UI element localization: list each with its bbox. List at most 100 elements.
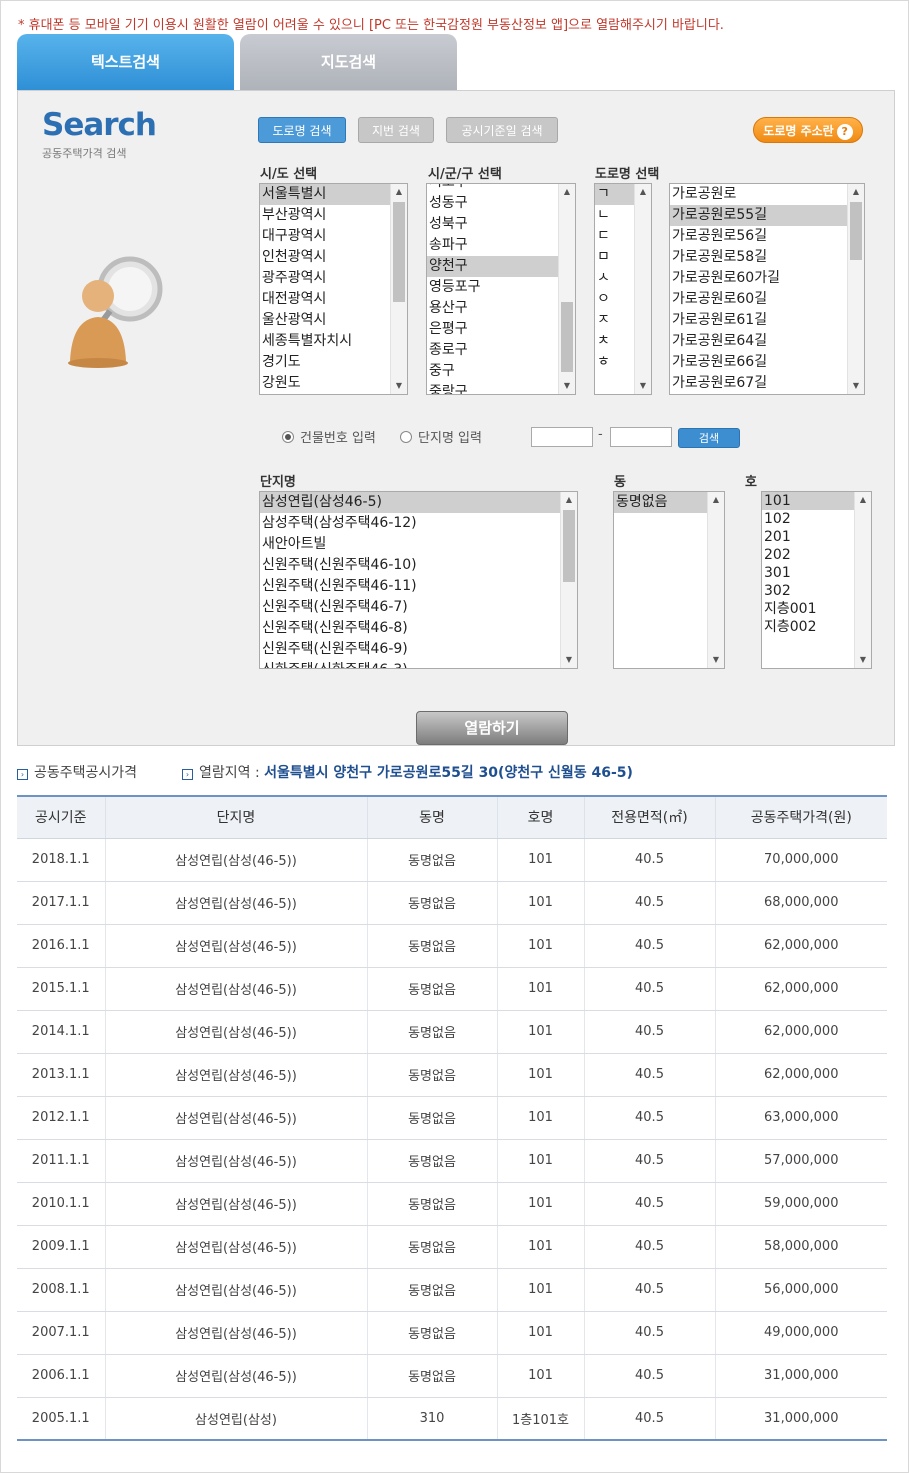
road-scrollbar[interactable]: ▲ ▼ <box>847 184 864 394</box>
view-button[interactable]: 열람하기 <box>416 711 568 745</box>
table-cell: 2018.1.1 <box>17 838 106 882</box>
ho-scrollbar[interactable]: ▲ ▼ <box>854 492 871 668</box>
table-cell: 62,000,000 <box>715 924 887 968</box>
road-option[interactable]: 가로공원로58길 <box>670 247 864 268</box>
sido-option[interactable]: 서울특별시 <box>260 184 407 205</box>
complex-option[interactable]: 새안아트빌 <box>260 534 577 555</box>
scroll-down-icon[interactable]: ▼ <box>391 378 407 394</box>
road-option[interactable]: 가로공원로60가길 <box>670 268 864 289</box>
table-row: 2010.1.1 삼성연립(삼성(46-5)) 동명없음 101 40.5 59,000,… <box>17 1182 887 1226</box>
building-number-radio[interactable]: 건물번호 입력 <box>282 431 376 446</box>
complex-option[interactable]: 신원주택(신원주택46-8) <box>260 618 577 639</box>
complex-listbox[interactable]: 삼성연립(삼성46-5) 삼성주택(삼성주택46-12) 새안아트빌 신원주택(신원주… <box>259 491 578 669</box>
sido-option[interactable]: 경기도 <box>260 352 407 373</box>
table-cell: 40.5 <box>584 1225 716 1269</box>
road-option[interactable]: 가로공원로67길 <box>670 373 864 394</box>
sigungu-option[interactable]: 종로구 <box>427 340 575 361</box>
sigungu-option[interactable]: 은평구 <box>427 319 575 340</box>
sigungu-option[interactable]: 중랑구 <box>427 382 575 394</box>
scroll-down-icon[interactable]: ▼ <box>561 652 577 668</box>
building-search-button[interactable]: 검색 <box>678 428 740 448</box>
complex-option[interactable]: 신원주택(신원주택46-10) <box>260 555 577 576</box>
scroll-down-icon[interactable]: ▼ <box>855 652 871 668</box>
sido-option[interactable]: 인천광역시 <box>260 247 407 268</box>
sigungu-option[interactable]: 송파구 <box>427 235 575 256</box>
sigungu-listbox[interactable]: 서초구성동구성북구송파구양천구영등포구용산구은평구종로구중구중랑구 ▲▼ <box>426 183 576 395</box>
sido-option[interactable]: 대전광역시 <box>260 289 407 310</box>
scroll-up-icon[interactable]: ▲ <box>391 184 407 200</box>
building-number-from-input[interactable] <box>531 427 593 447</box>
sido-option[interactable]: 강원도 <box>260 373 407 394</box>
table-cell: 40.5 <box>584 924 716 968</box>
table-cell: 40.5 <box>584 1096 716 1140</box>
scroll-down-icon[interactable]: ▼ <box>559 378 575 394</box>
scroll-up-icon[interactable]: ▲ <box>708 492 724 508</box>
road-search-button[interactable]: 도로명 검색 <box>258 117 346 143</box>
table-cell: 동명없음 <box>367 1182 498 1226</box>
guide-label: 도로명 주소란 <box>763 124 834 138</box>
table-cell: 2013.1.1 <box>17 1053 106 1097</box>
table-row: 2006.1.1 삼성연립(삼성(46-5)) 동명없음 101 40.5 31,000,… <box>17 1354 887 1398</box>
road-name-listbox[interactable]: 가로공원로 가로공원로55길 가로공원로56길 가로공원로58길 가로공원로60가길 가로… <box>669 183 865 395</box>
sido-listbox[interactable]: 서울특별시 부산광역시 대구광역시 인천광역시 광주광역시 대전광역시 울산광역시 세종특별자… <box>259 183 408 395</box>
sigungu-scrollbar[interactable]: ▲ ▼ <box>558 184 575 394</box>
lot-search-button[interactable]: 지번 검색 <box>358 117 434 143</box>
ho-listbox[interactable]: 101 102 201 202 301 302 지층001 지층002 ▲ ▼ <box>761 491 872 669</box>
road-option[interactable]: 가로공원로64길 <box>670 331 864 352</box>
complex-option[interactable]: 삼성주택(삼성주택46-12) <box>260 513 577 534</box>
sido-option[interactable]: 대구광역시 <box>260 226 407 247</box>
tab-map-search[interactable]: 지도검색 <box>240 34 457 91</box>
sido-scrollbar[interactable]: ▲ ▼ <box>390 184 407 394</box>
dong-listbox[interactable]: 동명없음 ▲ ▼ <box>613 491 725 669</box>
road-option[interactable]: 가로공원로56길 <box>670 226 864 247</box>
tab-text-search[interactable]: 텍스트검색 <box>17 34 234 91</box>
sido-option[interactable]: 울산광역시 <box>260 310 407 331</box>
scroll-up-icon[interactable]: ▲ <box>855 492 871 508</box>
sigungu-option[interactable]: 성동구 <box>427 193 575 214</box>
search-logo: Search 공동주택가격 검색 <box>42 107 157 161</box>
complex-option[interactable]: 신원주택(신원주택46-7) <box>260 597 577 618</box>
sigungu-option[interactable]: 중구 <box>427 361 575 382</box>
sigungu-option[interactable]: 서초구 <box>427 184 575 193</box>
complex-scrollbar[interactable]: ▲ ▼ <box>560 492 577 668</box>
road-address-guide-button[interactable]: 도로명 주소란? <box>753 117 863 143</box>
scroll-down-icon[interactable]: ▼ <box>848 378 864 394</box>
table-cell: 1층101호 <box>497 1397 585 1441</box>
road-option[interactable]: 가로공원로55길 <box>670 205 864 226</box>
road-option[interactable]: 가로공원로60길 <box>670 289 864 310</box>
sigungu-option[interactable]: 용산구 <box>427 298 575 319</box>
table-cell: 62,000,000 <box>715 1053 887 1097</box>
complex-option[interactable]: 신원주택(신원주택46-9) <box>260 639 577 660</box>
complex-option[interactable]: 신화주택(신화주택46-3) <box>260 660 577 668</box>
scroll-up-icon[interactable]: ▲ <box>848 184 864 200</box>
scroll-up-icon[interactable]: ▲ <box>561 492 577 508</box>
sigungu-option[interactable]: 양천구 <box>427 256 575 277</box>
area-label: 열람지역 : <box>199 765 260 781</box>
initial-consonant-listbox[interactable]: ㄱㄴㄷㅁㅅㅇㅈㅊㅎ ▲ ▼ <box>594 183 652 395</box>
complex-option[interactable]: 신원주택(신원주택46-11) <box>260 576 577 597</box>
sido-option[interactable]: 광주광역시 <box>260 268 407 289</box>
complex-option[interactable]: 삼성연립(삼성46-5) <box>260 492 577 513</box>
sido-option[interactable]: 세종특별자치시 <box>260 331 407 352</box>
dong-scrollbar[interactable]: ▲ ▼ <box>707 492 724 668</box>
building-number-to-input[interactable] <box>610 427 672 447</box>
table-cell: 59,000,000 <box>715 1182 887 1226</box>
complex-name-radio[interactable]: 단지명 입력 <box>400 431 482 446</box>
initial-scrollbar[interactable]: ▲ ▼ <box>634 184 651 394</box>
road-option[interactable]: 가로공원로66길 <box>670 352 864 373</box>
column-header: 공동주택가격(원) <box>715 795 887 839</box>
road-option[interactable]: 가로공원로61길 <box>670 310 864 331</box>
sigungu-option[interactable]: 영등포구 <box>427 277 575 298</box>
scroll-up-icon[interactable]: ▲ <box>559 184 575 200</box>
table-cell: 동명없음 <box>367 881 498 925</box>
scroll-down-icon[interactable]: ▼ <box>708 652 724 668</box>
table-cell: 2016.1.1 <box>17 924 106 968</box>
date-search-button[interactable]: 공시기준일 검색 <box>446 117 558 143</box>
table-cell: 63,000,000 <box>715 1096 887 1140</box>
scroll-down-icon[interactable]: ▼ <box>635 378 651 394</box>
sigungu-option[interactable]: 성북구 <box>427 214 575 235</box>
road-option[interactable]: 가로공원로 <box>670 184 864 205</box>
scroll-up-icon[interactable]: ▲ <box>635 184 651 200</box>
table-cell: 40.5 <box>584 838 716 882</box>
sido-option[interactable]: 부산광역시 <box>260 205 407 226</box>
